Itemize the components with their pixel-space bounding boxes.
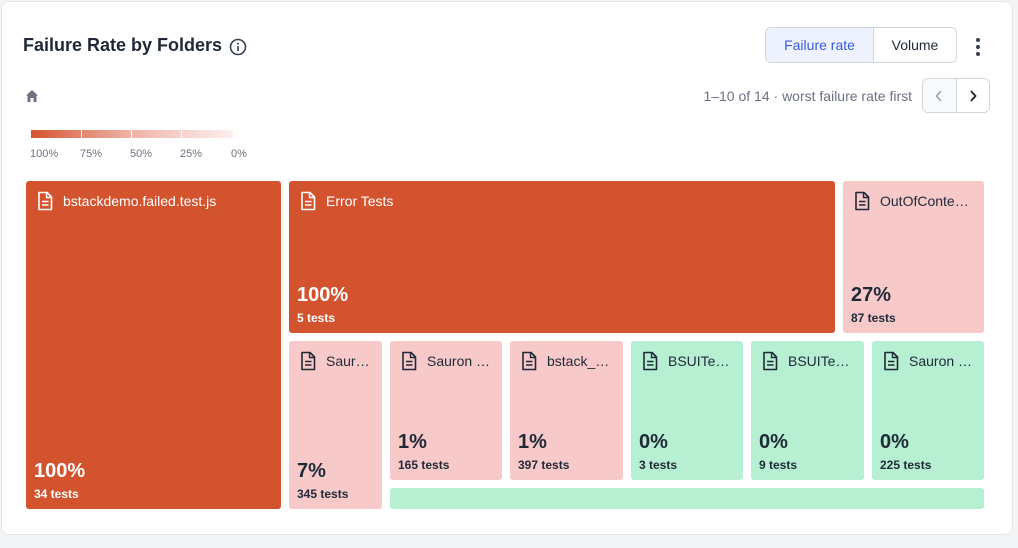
document-icon [855, 191, 870, 211]
tile-name: Sauron … [909, 353, 973, 369]
tile-failure-rate: 100% [297, 284, 349, 306]
tile-test-count: 5 tests [297, 311, 336, 325]
document-icon [763, 351, 778, 371]
tile-failure-rate: 0% [880, 431, 909, 453]
tile-failure-rate: 7% [297, 460, 326, 482]
tile-header: bstackdemo.failed.test.js [36, 191, 273, 211]
tile-header: bstack_… [520, 351, 615, 371]
tile-header: BSUITe… [641, 351, 735, 371]
tile-name: Error Tests [326, 193, 394, 209]
tile-name: OutOfConte… [880, 193, 969, 209]
tile-test-count: 345 tests [297, 487, 349, 501]
tile-header: Sauron … [400, 351, 494, 371]
tile-name: bstack_… [547, 353, 610, 369]
tile-name: bstackdemo.failed.test.js [63, 193, 217, 209]
tile-failure-rate: 1% [518, 431, 547, 453]
tile-failure-rate: 100% [34, 460, 86, 482]
treemap-tile[interactable]: bstack_… 1% 397 tests [510, 341, 623, 480]
tile-name: BSUITe… [668, 353, 730, 369]
treemap-tile[interactable]: OutOfConte… 27% 87 tests [843, 181, 984, 333]
tile-failure-rate: 1% [398, 431, 427, 453]
tile-test-count: 87 tests [851, 311, 896, 325]
tile-header: OutOfConte… [853, 191, 976, 211]
document-icon [301, 351, 316, 371]
document-icon [643, 351, 658, 371]
tile-failure-rate: 0% [639, 431, 668, 453]
tile-test-count: 34 tests [34, 487, 79, 501]
document-icon [38, 191, 53, 211]
tile-header: Saur… [299, 351, 374, 371]
tile-failure-rate: 27% [851, 284, 892, 306]
tile-test-count: 225 tests [880, 458, 932, 472]
tile-test-count: 165 tests [398, 458, 450, 472]
tile-test-count: 9 tests [759, 458, 798, 472]
tile-header: BSUITe… [761, 351, 856, 371]
treemap-tile[interactable]: BSUITe… 0% 9 tests [751, 341, 864, 480]
treemap-tile[interactable]: Error Tests 100% 5 tests [289, 181, 835, 333]
document-icon [301, 191, 316, 211]
document-icon [522, 351, 537, 371]
tile-test-count: 3 tests [639, 458, 678, 472]
treemap-tile[interactable]: Sauron … 1% 165 tests [390, 341, 502, 480]
treemap-tile[interactable] [390, 488, 984, 509]
treemap-tile[interactable]: BSUITe… 0% 3 tests [631, 341, 743, 480]
tile-test-count: 397 tests [518, 458, 570, 472]
tile-failure-rate: 0% [759, 431, 788, 453]
treemap: bstackdemo.failed.test.js 100% 34 tests Err… [0, 0, 1018, 548]
tile-name: Saur… [326, 353, 370, 369]
tile-name: Sauron … [427, 353, 491, 369]
tile-name: BSUITe… [788, 353, 850, 369]
tile-header: Error Tests [299, 191, 827, 211]
treemap-tile[interactable]: Sauron … 0% 225 tests [872, 341, 984, 480]
treemap-tile[interactable]: Saur… 7% 345 tests [289, 341, 382, 509]
treemap-tile[interactable]: bstackdemo.failed.test.js 100% 34 tests [26, 181, 281, 509]
document-icon [884, 351, 899, 371]
document-icon [402, 351, 417, 371]
tile-header: Sauron … [882, 351, 976, 371]
